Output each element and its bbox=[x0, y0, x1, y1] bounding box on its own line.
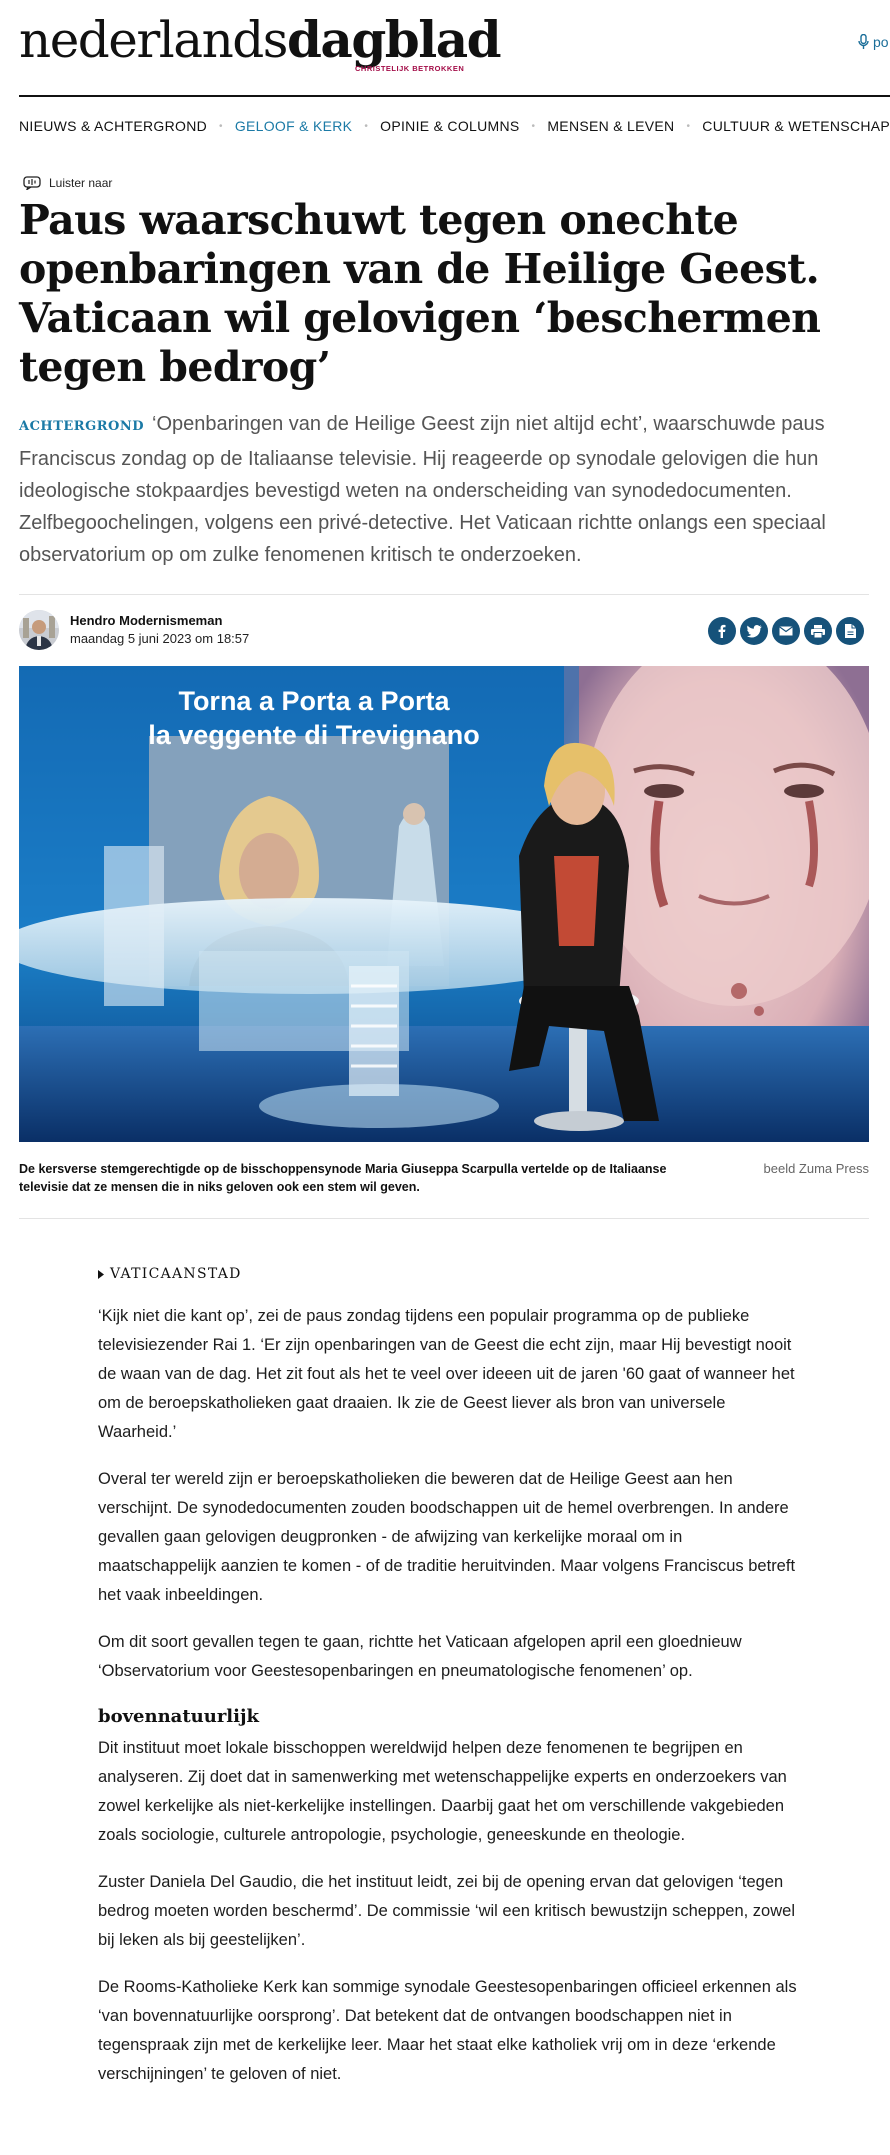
audio-icon bbox=[23, 176, 41, 190]
pdf-icon bbox=[844, 624, 856, 638]
divider bbox=[19, 1218, 869, 1219]
triangle-icon bbox=[98, 1269, 104, 1279]
nav-item-nieuws[interactable]: NIEUWS & ACHTERGROND bbox=[19, 118, 207, 134]
divider bbox=[19, 594, 869, 595]
logo-tagline: CHRISTELIJK BETROKKEN bbox=[355, 64, 465, 73]
subheading: bovennatuurlijk bbox=[98, 1706, 259, 1727]
print-icon bbox=[811, 624, 825, 638]
screen-text-line1: Torna a Porta a Porta bbox=[178, 686, 450, 716]
share-twitter-button[interactable] bbox=[740, 617, 768, 645]
article-lead: ACHTERGROND ‘Openbaringen van de Heilige … bbox=[19, 408, 869, 571]
author-name[interactable]: Hendro Modernismeman bbox=[70, 612, 249, 630]
section-label: ACHTERGROND bbox=[19, 419, 144, 434]
listen-label: Luister naar bbox=[49, 176, 113, 190]
lead-text: ‘Openbaringen van de Heilige Geest zijn … bbox=[19, 413, 826, 566]
twitter-icon bbox=[746, 624, 762, 637]
logo-text-light: nederlands bbox=[19, 11, 288, 69]
nav-item-cultuur[interactable]: CULTUUR & WETENSCHAP bbox=[702, 118, 890, 134]
share-facebook-button[interactable] bbox=[708, 617, 736, 645]
paragraph: Zuster Daniela Del Gaudio, die het insti… bbox=[98, 1873, 795, 1949]
nav-item-geloof-kerk[interactable]: GELOOF & KERK bbox=[235, 118, 353, 134]
paragraph: De Rooms-Katholieke Kerk kan sommige syn… bbox=[98, 1978, 797, 2083]
email-icon bbox=[779, 626, 793, 636]
author-block: Hendro Modernismeman maandag 5 juni 2023… bbox=[19, 610, 249, 650]
screen-text-line2: la veggente di Trevignano bbox=[148, 720, 480, 750]
site-header: nederlandsdagblad CHRISTELIJK BETROKKEN … bbox=[0, 0, 890, 97]
print-button[interactable] bbox=[804, 617, 832, 645]
podcast-label: po bbox=[873, 34, 889, 50]
main-nav: NIEUWS & ACHTERGROND • GELOOF & KERK • O… bbox=[19, 116, 890, 136]
microphone-icon bbox=[858, 34, 869, 49]
avatar-image bbox=[19, 610, 59, 650]
listen-button[interactable]: Luister naar bbox=[23, 176, 112, 190]
share-email-button[interactable] bbox=[772, 617, 800, 645]
author-avatar[interactable] bbox=[19, 610, 59, 650]
nav-separator: • bbox=[531, 120, 536, 132]
paragraph: Om dit soort gevallen tegen te gaan, ric… bbox=[98, 1633, 742, 1680]
image-caption: De kersverse stemgerechtigde op de bissc… bbox=[19, 1162, 667, 1194]
image-credit: beeld Zuma Press bbox=[763, 1161, 870, 1176]
article-image[interactable]: Torna a Porta a Porta la veggente di Tre… bbox=[19, 666, 869, 1142]
header-divider bbox=[19, 95, 890, 97]
article-body: ‘Kijk niet die kant op’, zei de paus zon… bbox=[98, 1302, 798, 2107]
paragraph: Overal ter wereld zijn er beroepskatholi… bbox=[98, 1470, 796, 1604]
tv-studio-photo: Torna a Porta a Porta la veggente di Tre… bbox=[19, 666, 869, 1142]
nav-item-mensen[interactable]: MENSEN & LEVEN bbox=[547, 118, 674, 134]
dateline: VATICAANSTAD bbox=[98, 1266, 242, 1282]
facebook-icon bbox=[718, 624, 726, 638]
logo-text-bold: dagblad bbox=[286, 10, 502, 69]
podcast-link[interactable]: po bbox=[858, 34, 889, 50]
nav-separator: • bbox=[364, 120, 369, 132]
pdf-button[interactable] bbox=[836, 617, 864, 645]
publish-date: maandag 5 juni 2023 om 18:57 bbox=[70, 631, 250, 646]
site-logo[interactable]: nederlandsdagblad CHRISTELIJK BETROKKEN bbox=[19, 10, 502, 82]
paragraph: Dit instituut moet lokale bisschoppen we… bbox=[98, 1739, 787, 1844]
nav-separator: • bbox=[686, 120, 691, 132]
share-bar bbox=[708, 617, 864, 645]
nav-item-opinie[interactable]: OPINIE & COLUMNS bbox=[380, 118, 519, 134]
nav-separator: • bbox=[219, 120, 223, 132]
article-headline: Paus waarschuwt tegen onechte openbaring… bbox=[19, 196, 821, 391]
paragraph: ‘Kijk niet die kant op’, zei de paus zon… bbox=[98, 1307, 795, 1441]
dateline-text: VATICAANSTAD bbox=[110, 1266, 242, 1282]
